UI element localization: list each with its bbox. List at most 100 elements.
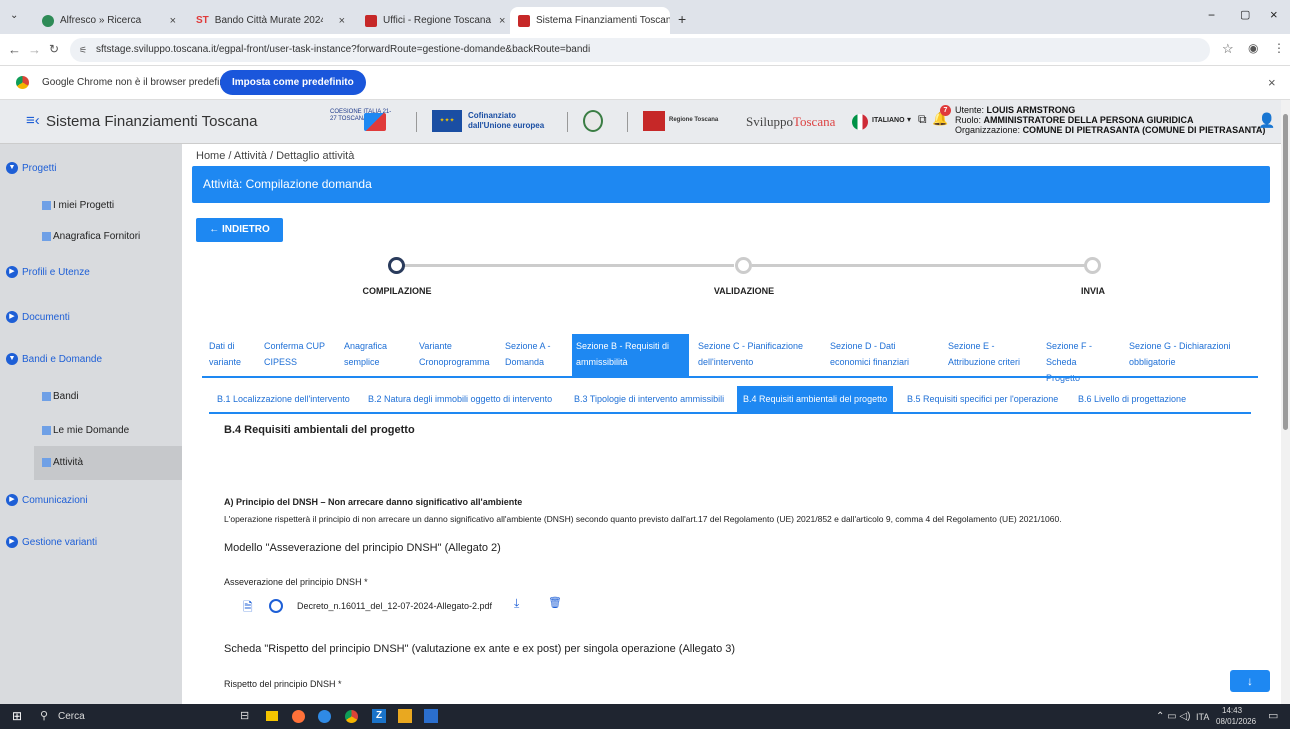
user-account-icon[interactable]: 👤 [1258,112,1275,129]
tab-sezione-g[interactable]: Sezione G - Dichiarazioni obbligatorie [1125,334,1260,378]
scroll-down-button[interactable]: ↓ [1230,670,1270,692]
browser-tab-sistema[interactable]: Sistema Finanziamenti Toscana × [510,7,670,34]
close-icon[interactable]: × [162,15,176,27]
maximize-icon[interactable]: ▢ [1240,8,1250,21]
file-explorer-icon[interactable] [266,711,278,721]
set-default-button[interactable]: Imposta come predefinito [220,70,366,95]
step-compilazione-label: COMPILAZIONE [362,286,432,296]
window-close-icon[interactable]: × [1270,7,1278,22]
thunderbird-icon[interactable] [318,710,331,723]
forward-arrow-icon[interactable]: → [28,42,41,57]
tab-search-icon[interactable]: ⌄ [10,10,18,21]
sidebar-item-gestione-varianti[interactable]: ▶ Gestione varianti [6,536,97,548]
subtab-b2[interactable]: B.2 Natura degli immobili oggetto di int… [362,386,558,412]
field-asseverazione-label: Asseverazione del principio DNSH * [224,577,368,587]
attached-file-name[interactable]: Decreto_n.16011_del_12-07-2024-Allegato-… [297,601,492,611]
regione-toscana-logo: Regione Toscana [643,109,733,135]
firefox-icon[interactable] [292,710,305,723]
sidebar-item-bandi-domande[interactable]: ▼ Bandi e Domande [6,353,102,365]
app-icon[interactable] [398,709,412,723]
sub-tabs-underline [209,412,1251,414]
subtab-b6[interactable]: B.6 Livello di progettazione [1072,386,1192,412]
notifications-icon[interactable]: ▭ [1268,709,1278,722]
scrollbar-thumb[interactable] [1283,114,1288,430]
tab-anagrafica-semplice[interactable]: Anagrafica semplice [340,334,400,378]
field-rispetto-label: Rispetto del principio DNSH * [224,679,342,689]
chevron-down-icon: ▼ [6,353,18,365]
site-info-icon[interactable]: ⚟ [79,38,87,62]
tab-sezione-d[interactable]: Sezione D - Dati economici finanziari [826,334,926,378]
sidebar-item-comunicazioni[interactable]: ▶ Comunicazioni [6,494,88,506]
chevron-down-icon[interactable]: ▾ [907,115,911,124]
tab-variante-cronoprogramma[interactable]: Variante Cronoprogramma [415,334,505,378]
tab-sezione-f[interactable]: Sezione F - Scheda Progetto [1042,334,1114,383]
zotero-icon[interactable]: Z [372,709,386,723]
url-text: sftstage.sviluppo.toscana.it/egpal-front… [96,44,591,55]
tab-dati-variante[interactable]: Dati di variante [205,334,253,378]
browser-tab-uffici[interactable]: Uffici - Regione Toscana × [357,7,507,34]
back-arrow-icon[interactable]: ← [8,42,21,57]
browser-tab-bar: ⌄ Alfresco » Ricerca × ST Bando Città Mu… [0,0,1290,34]
breadcrumb: Home / Attività / Dettaglio attività [196,150,355,162]
dnsh-description: L'operazione rispetterà il principio di … [224,514,1062,524]
subtab-b5[interactable]: B.5 Requisiti specifici per l'operazione [901,386,1064,412]
stepper-line [752,264,1088,267]
minimize-icon[interactable]: − [1208,8,1215,22]
close-icon[interactable]: × [491,15,505,27]
step-invia-icon [1084,257,1101,274]
chrome-taskbar-icon[interactable] [345,710,358,723]
dnsh-title: A) Principio del DNSH – Non arrecare dan… [224,497,523,507]
bookmark-star-icon[interactable]: ☆ [1222,41,1234,57]
menu-close-icon[interactable]: ≡‹ [26,112,40,129]
infobar-close-icon[interactable]: × [1268,75,1276,90]
subtab-b4[interactable]: B.4 Requisiti ambientali del progetto [737,386,894,412]
search-icon[interactable]: ⚲ [40,709,48,722]
default-browser-infobar: Google Chrome non è il browser predefini… [0,66,1290,100]
sidebar-item-profili-utenze[interactable]: ▶ Profili e Utenze [6,266,90,278]
clock-time[interactable]: 14:43 [1222,706,1242,715]
tab-sezione-e[interactable]: Sezione E - Attribuzione criteri [944,334,1034,378]
sidebar-item-anagrafica-fornitori[interactable]: Anagrafica Fornitori [42,231,140,242]
sidebar-item-bandi[interactable]: Bandi [42,391,79,402]
taskbar-search[interactable]: Cerca [58,711,85,722]
back-button[interactable]: ← INDIETRO [196,218,283,242]
profile-icon[interactable]: ◉ [1248,41,1258,55]
file-upload-icon[interactable]: 🗎 [243,598,253,619]
app-icon[interactable] [424,709,438,723]
italian-flag-icon [852,114,868,130]
subtab-b1[interactable]: B.1 Localizzazione dell'intervento [211,386,356,412]
activity-title-bar: Attività: Compilazione domanda [192,166,1270,203]
language-selector[interactable]: ITALIANO [872,117,905,124]
trash-icon[interactable]: 🗑 [548,596,562,609]
subtab-b3[interactable]: B.3 Tipologie di intervento ammissibili [568,386,730,412]
download-icon[interactable]: ⤓ [514,596,519,611]
windows-start-icon[interactable]: ⊞ [12,709,22,723]
notification-badge: 7 [940,105,951,116]
task-view-icon[interactable]: ⊟ [240,709,249,722]
clock-date[interactable]: 08/01/2026 [1216,717,1256,726]
browser-tab-alfresco[interactable]: Alfresco » Ricerca × [34,7,184,34]
user-name: LOUIS ARMSTRONG [986,105,1076,115]
tab-sezione-b[interactable]: Sezione B - Requisiti di ammissibilità [572,334,689,378]
url-field[interactable]: ⚟ sftstage.sviluppo.toscana.it/egpal-fro… [70,38,1210,62]
sidebar-item-attivita[interactable]: Attività [42,457,83,468]
reload-icon[interactable]: ↻ [49,42,59,56]
user-info: Utente: LOUIS ARMSTRONG Ruolo: AMMINISTR… [955,105,1265,135]
sidebar-item-progetti[interactable]: ▼ Progetti [6,162,56,174]
sidebar-item-mie-domande[interactable]: Le mie Domande [42,425,129,436]
new-tab-button[interactable]: + [678,11,686,27]
tab-conferma-cup[interactable]: Conferma CUP CIPESS [260,334,330,378]
tab-sezione-a[interactable]: Sezione A - Domanda [501,334,569,378]
keyboard-language[interactable]: ITA [1196,712,1209,722]
switch-window-icon[interactable]: ⧉ [918,112,927,127]
chrome-menu-icon[interactable]: ⋮ [1273,41,1285,55]
tab-sezione-c[interactable]: Sezione C - Pianificazione dell'interven… [694,334,814,378]
sidebar-item-miei-progetti[interactable]: I miei Progetti [42,200,114,211]
tray-icons[interactable]: ⌃ ▭ ◁) [1156,711,1190,722]
browser-tab-bando[interactable]: ST Bando Città Murate 2024 - Svil × [188,7,353,34]
chevron-right-icon: ▶ [6,266,18,278]
close-icon[interactable]: × [331,15,345,27]
sidebar-item-documenti[interactable]: ▶ Documenti [6,311,70,323]
tab-title: Bando Città Murate 2024 - Svil [214,15,323,26]
step-validazione-label: VALIDAZIONE [713,286,775,296]
